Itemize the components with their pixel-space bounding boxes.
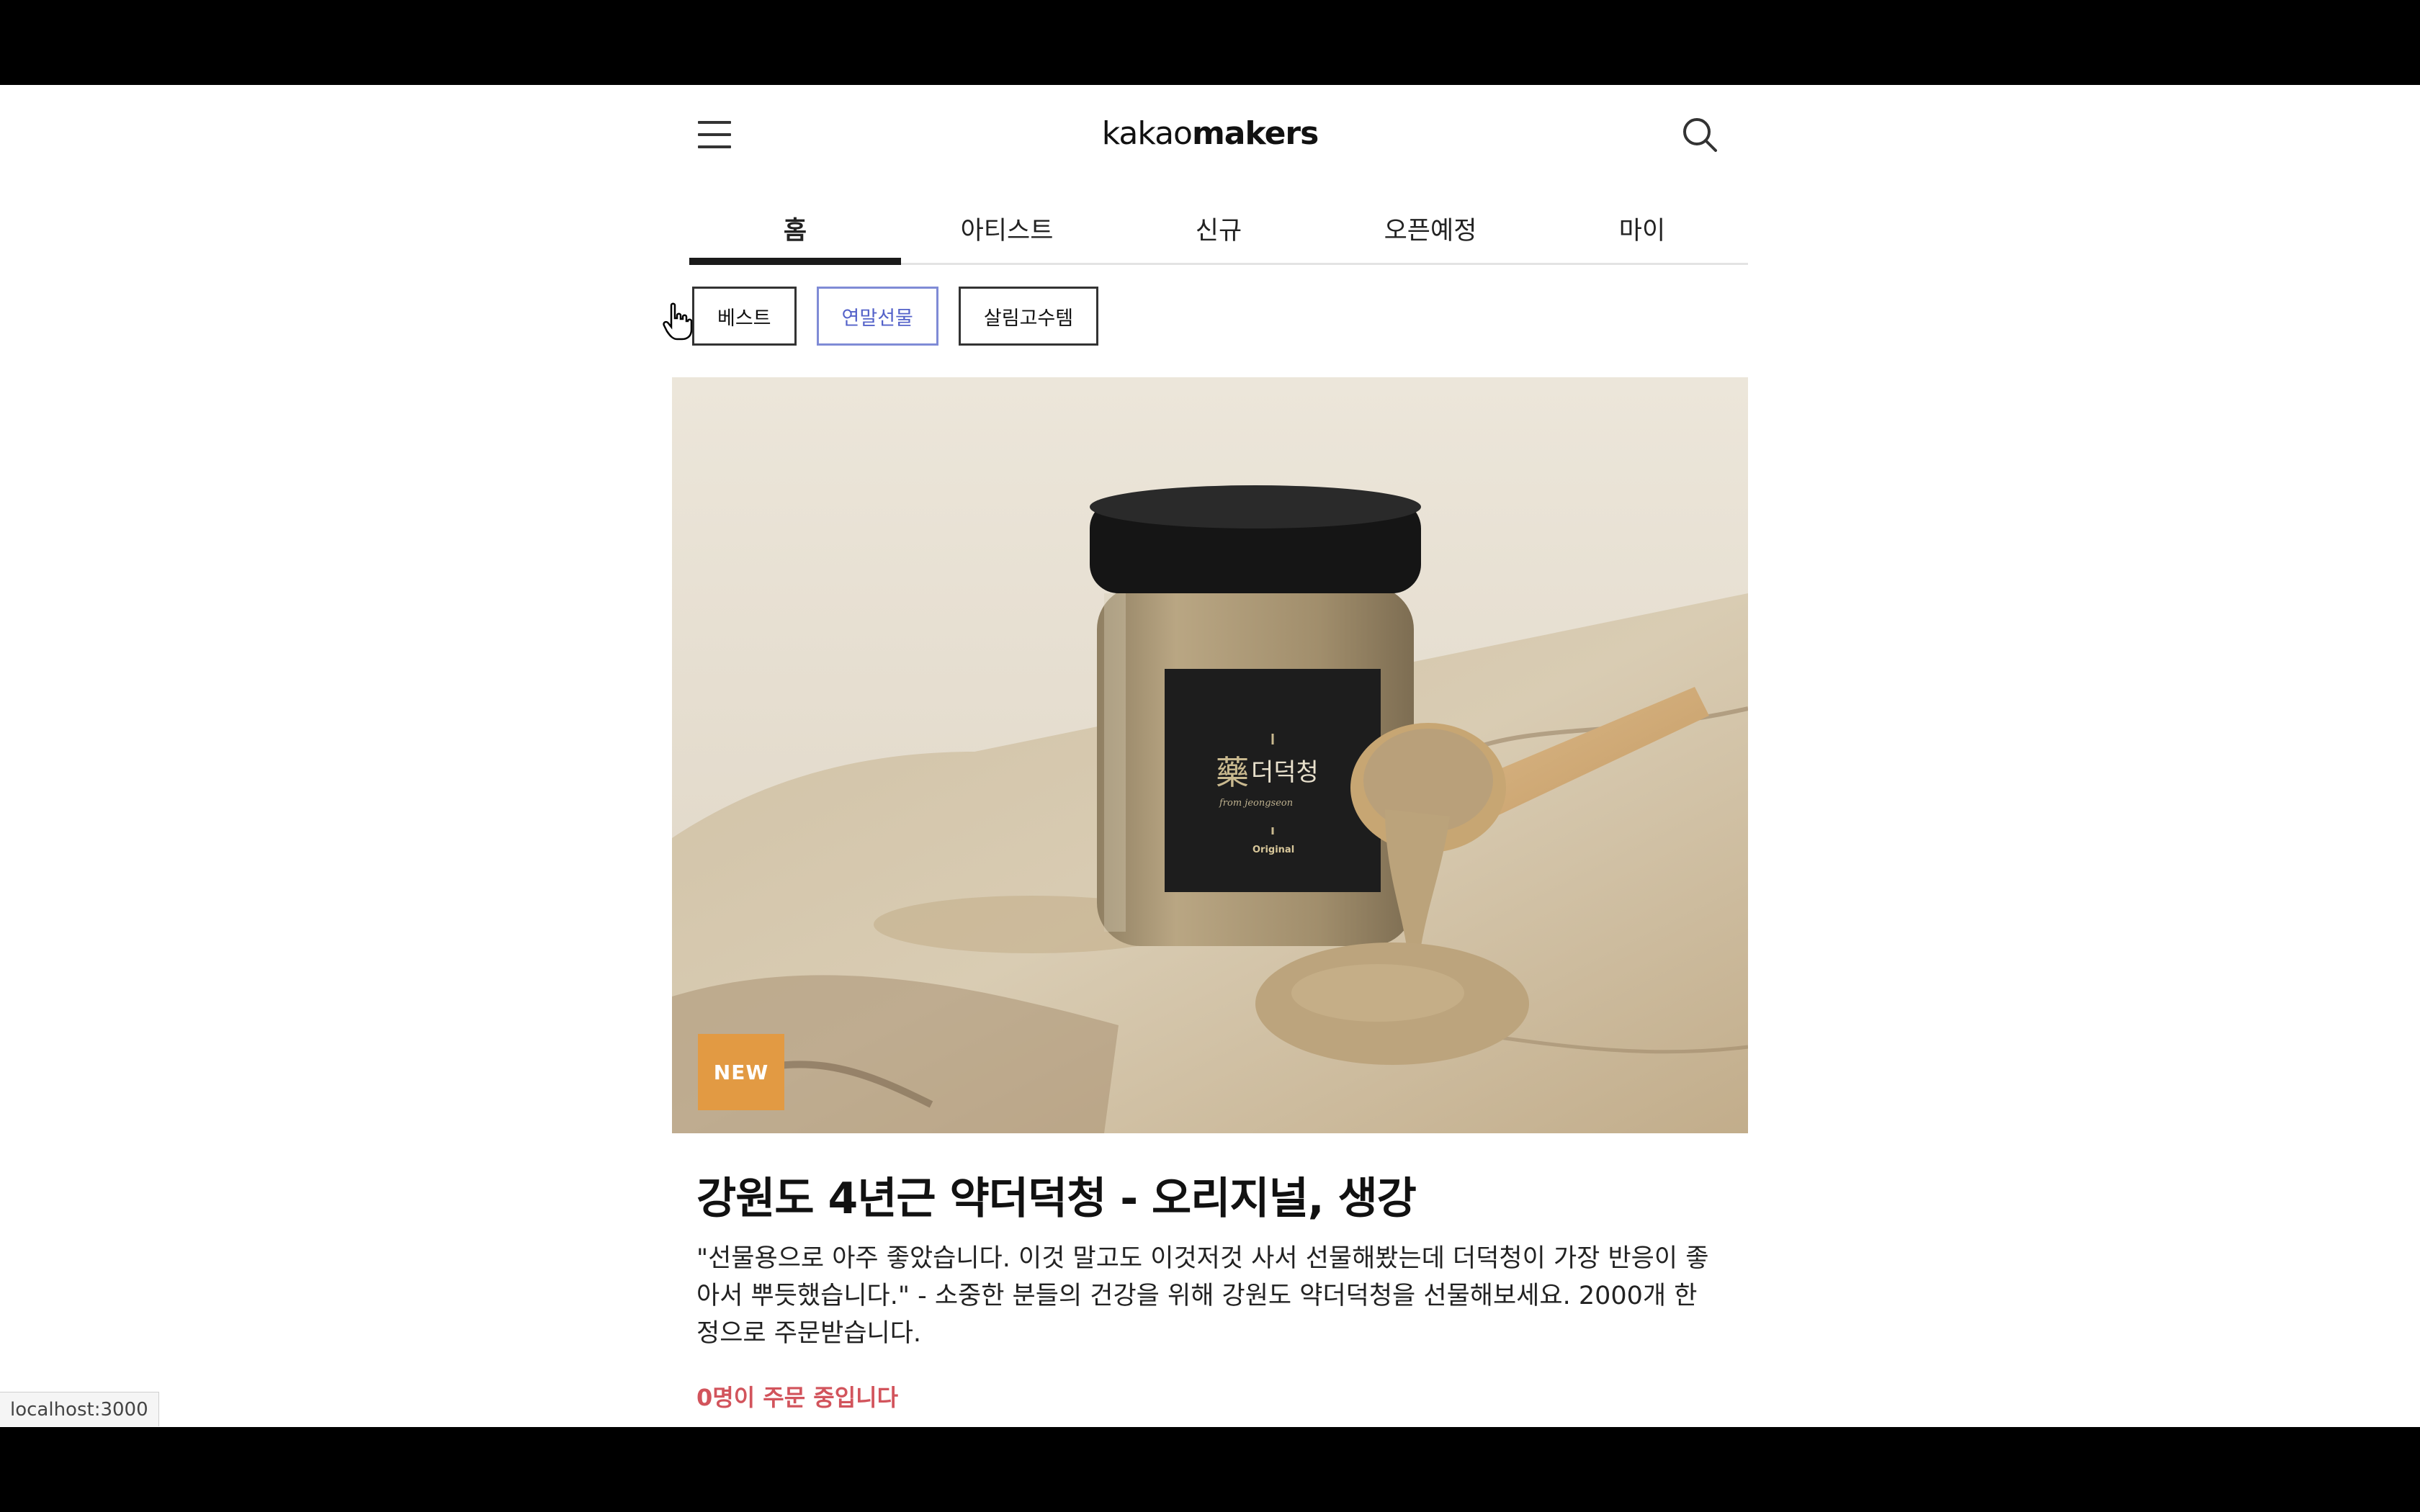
jar-label-small: from jeongseon xyxy=(1219,798,1293,809)
browser-viewport: kakaomakers 홈 아티스트 신규 오픈예정 마이 베스트 연말선물 살… xyxy=(0,85,2420,1427)
chip-best[interactable]: 베스트 xyxy=(692,287,797,346)
tab-artist[interactable]: 아티스트 xyxy=(901,202,1113,263)
logo[interactable]: kakaomakers xyxy=(672,115,1748,152)
tab-new[interactable]: 신규 xyxy=(1113,202,1325,263)
logo-bold-text: makers xyxy=(1191,115,1319,152)
product-description: "선물용으로 아주 좋았습니다. 이것 말고도 이것저것 사서 선물해봤는데 더… xyxy=(696,1244,1709,1348)
search-icon[interactable] xyxy=(1680,115,1719,154)
order-count: 0명이 주문 중입니다 xyxy=(696,1384,899,1411)
jar-label-text: 더덕청 xyxy=(1251,758,1319,787)
category-chips: 베스트 연말선물 살림고수템 xyxy=(692,287,1099,346)
jar-label-hanja: 藥 xyxy=(1216,753,1249,792)
product-photo: 藥 더덕청 from jeongseon Original xyxy=(672,377,1748,1133)
main-tabs: 홈 아티스트 신규 오픈예정 마이 xyxy=(689,202,1748,265)
chip-housekeeping[interactable]: 살림고수템 xyxy=(958,287,1099,346)
page-container: kakaomakers 홈 아티스트 신규 오픈예정 마이 베스트 연말선물 살… xyxy=(672,85,1748,1427)
logo-light-text: kakao xyxy=(1101,115,1193,152)
product-hero-image[interactable]: 藥 더덕청 from jeongseon Original NEW xyxy=(672,377,1748,1133)
jar-label-variant: Original xyxy=(1252,845,1294,855)
tab-upcoming[interactable]: 오픈예정 xyxy=(1325,202,1536,263)
tab-my[interactable]: 마이 xyxy=(1536,202,1748,263)
status-bar-url: localhost:3000 xyxy=(0,1392,159,1426)
hand-cursor-icon xyxy=(663,302,693,341)
new-badge: NEW xyxy=(698,1034,784,1110)
product-title[interactable]: 강원도 4년근 약더덕청 - 오리지널, 생강 xyxy=(696,1164,1417,1226)
chip-yearend-gift[interactable]: 연말선물 xyxy=(816,287,938,346)
tab-home[interactable]: 홈 xyxy=(689,202,901,265)
